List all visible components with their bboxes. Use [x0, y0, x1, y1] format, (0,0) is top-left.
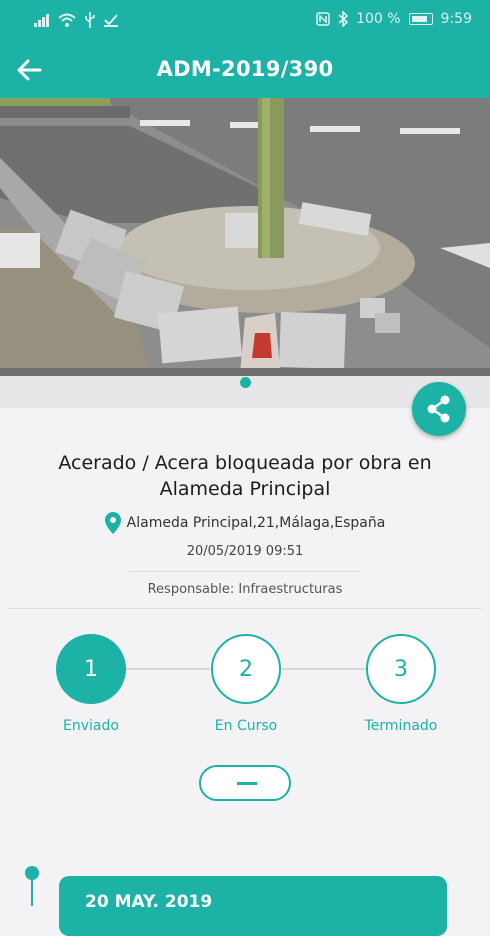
wifi-icon — [58, 13, 76, 27]
battery-icon — [408, 13, 433, 25]
incident-address: Alameda Principal,21,Málaga,España — [126, 515, 386, 531]
step-connector — [126, 668, 210, 670]
incident-photo-image — [0, 98, 490, 376]
location-pin-icon — [104, 512, 121, 534]
timeline-dot — [25, 866, 39, 880]
battery-percent: 100 % — [356, 11, 401, 27]
status-bar: 100 % 9:59 — [0, 0, 490, 42]
status-time: 9:59 — [440, 11, 472, 27]
timeline-card-date: 20 MAY. 2019 — [85, 892, 213, 912]
incident-location: Alameda Principal,21,Málaga,España — [0, 512, 490, 534]
bluetooth-icon — [338, 11, 349, 27]
step-2-circle: 2 — [211, 634, 281, 704]
app-bar: ADM-2019/390 — [0, 42, 490, 98]
check-icon — [104, 14, 118, 27]
timeline-line — [31, 876, 33, 906]
minus-icon — [237, 782, 257, 785]
share-icon — [427, 395, 450, 423]
signal-icon — [34, 14, 49, 27]
status-left — [34, 12, 118, 28]
step-connector — [282, 668, 366, 670]
incident-details: Acerado / Acera bloqueada por obra en Al… — [0, 408, 490, 936]
page-title: ADM-2019/390 — [156, 57, 334, 81]
incident-photo[interactable] — [0, 98, 490, 376]
timeline-card[interactable]: 20 MAY. 2019 — [59, 876, 447, 936]
step-3-label: Terminado — [364, 718, 438, 734]
divider — [8, 608, 482, 609]
step-1-label: Enviado — [63, 718, 119, 734]
incident-title: Acerado / Acera bloqueada por obra en Al… — [58, 452, 432, 500]
photo-indicator-dot[interactable] — [240, 377, 251, 388]
share-button[interactable] — [412, 382, 466, 436]
nfc-icon — [316, 12, 330, 26]
incident-responsible: Responsable: Infraestructuras — [147, 582, 343, 597]
usb-icon — [85, 12, 95, 28]
status-right: 100 % 9:59 — [316, 11, 472, 27]
step-2-label: En Curso — [214, 718, 278, 734]
collapse-toggle-button[interactable] — [199, 765, 291, 801]
step-1-circle: 1 — [56, 634, 126, 704]
divider — [130, 571, 360, 572]
incident-date: 20/05/2019 09:51 — [186, 544, 304, 559]
step-3-circle: 3 — [366, 634, 436, 704]
